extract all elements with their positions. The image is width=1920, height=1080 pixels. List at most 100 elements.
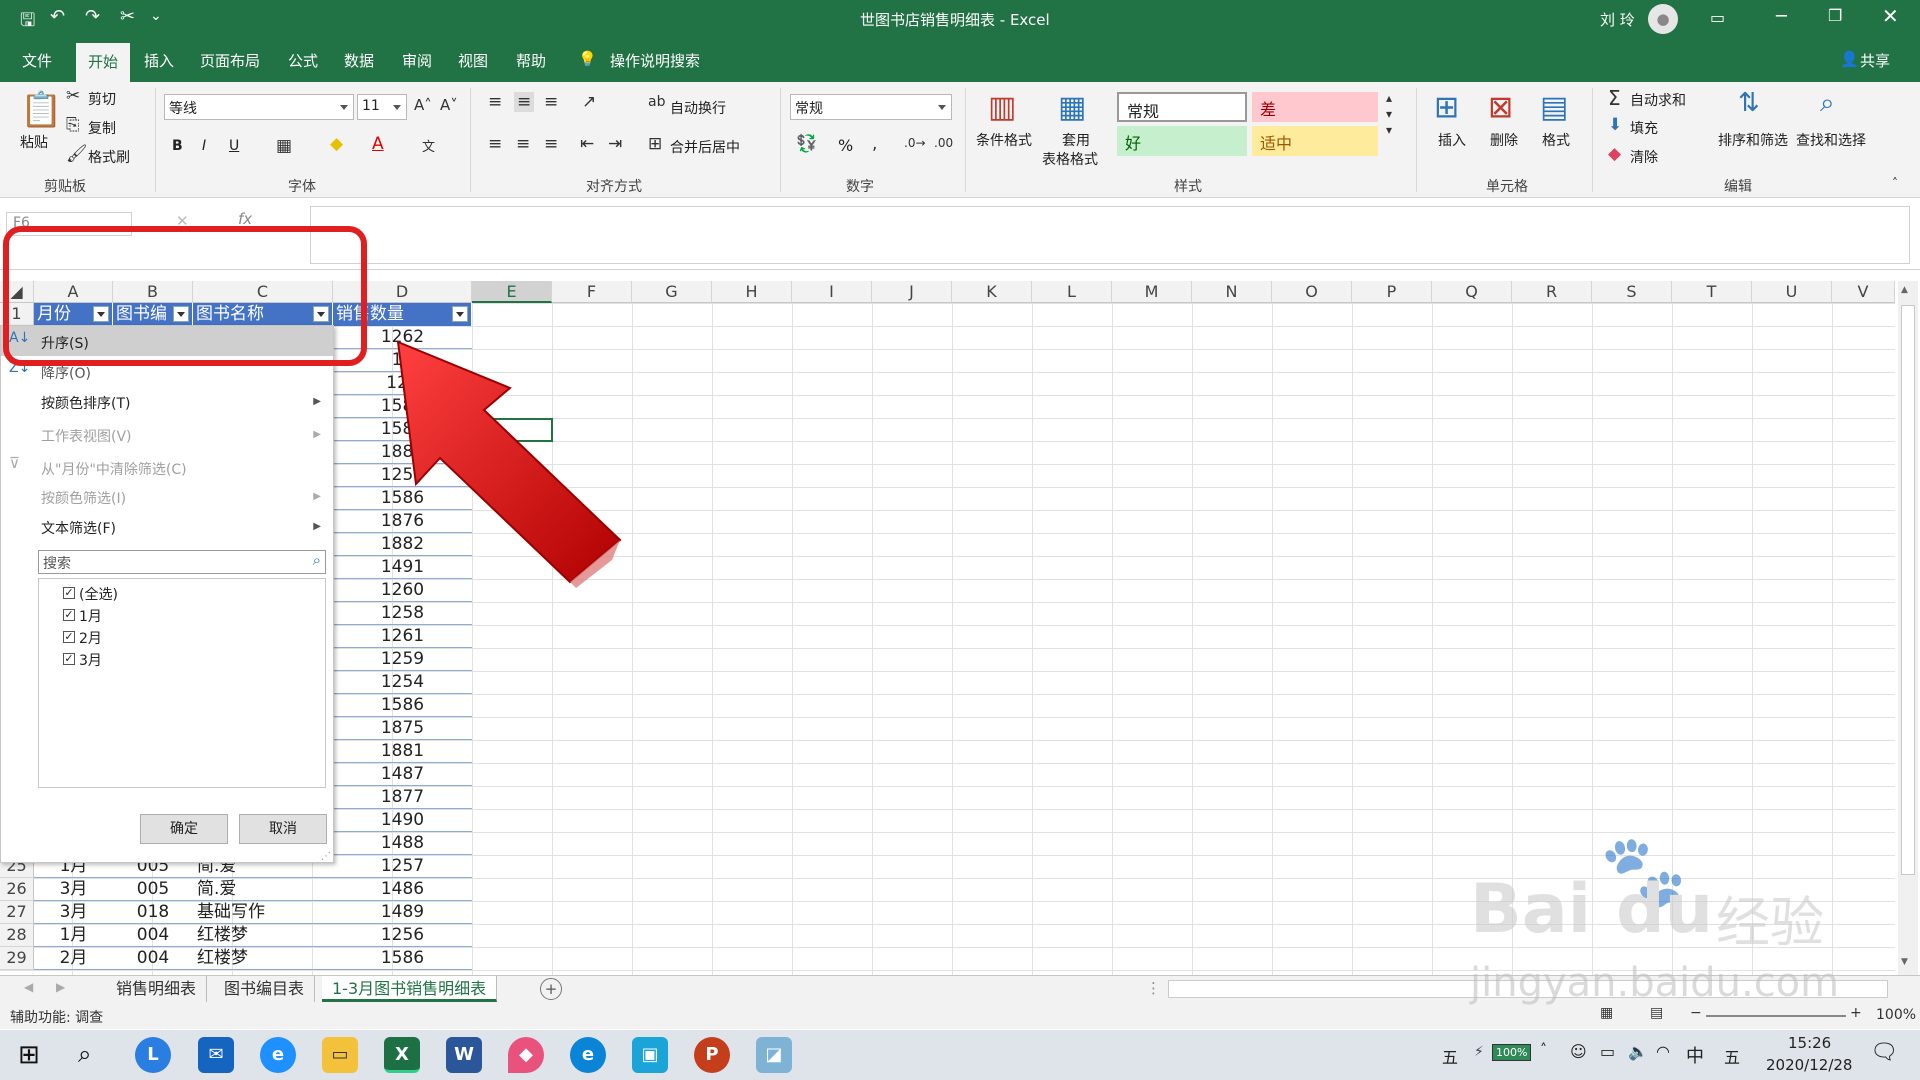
row-header[interactable]: 26 [0,878,34,901]
sort-filter-button[interactable]: 排序和筛选 [1718,130,1788,150]
vertical-scrollbar-track[interactable]: ▲ ▼ [1898,281,1918,975]
table-cell[interactable]: 2月 [34,947,113,970]
col-header-p[interactable]: P [1352,281,1432,303]
cut-button[interactable]: 剪切 [88,89,116,109]
sheet-tab-sales[interactable]: 销售明细表 [106,976,208,1002]
zoom-out-icon[interactable]: − [1690,1005,1702,1021]
tray-chevron-icon[interactable]: ˄ [1540,1042,1547,1058]
align-middle-icon[interactable]: ≡ [514,92,535,112]
table-cell[interactable]: 1月 [34,924,113,947]
tab-page-layout[interactable]: 页面布局 [200,50,260,71]
resize-grip-icon[interactable]: ⋰ [321,851,331,862]
ribbon-display-icon[interactable]: ▭ [1710,8,1725,27]
col-header-l[interactable]: L [1032,281,1112,303]
user-name[interactable]: 刘 玲 [1600,9,1635,30]
browser-e-icon[interactable]: e [260,1037,296,1073]
format-as-table-line2[interactable]: 表格格式 [1042,149,1098,169]
filter-item-select-all[interactable]: (全选) [79,584,118,604]
paste-button[interactable]: 粘贴 [20,132,48,152]
accounting-format-icon[interactable]: 💱 [796,134,817,154]
windows-start-icon[interactable]: ⊞ [18,1040,40,1070]
filter-item-1[interactable]: 1月 [79,606,102,626]
col-header-h[interactable]: H [712,281,792,303]
insert-cells-button[interactable]: 插入 [1438,130,1466,150]
scroll-thumb[interactable] [1901,305,1915,875]
zoom-in-icon[interactable]: + [1850,1005,1862,1021]
conditional-format-button[interactable]: 条件格式 [976,130,1032,150]
col-header-m[interactable]: M [1112,281,1192,303]
minimize-icon[interactable]: ─ [1776,6,1787,27]
number-format-combo[interactable]: 常规 [790,94,952,120]
checkbox-2[interactable]: ✓ [63,631,75,643]
paste-icon[interactable]: 📋 [20,90,62,130]
style-bad[interactable]: 差 [1252,92,1378,122]
tab-insert[interactable]: 插入 [144,50,174,71]
table-cell[interactable]: 基础写作 [193,901,333,924]
wrap-text-button[interactable]: 自动换行 [670,98,726,118]
tab-file[interactable]: 文件 [22,50,52,71]
tab-review[interactable]: 审阅 [402,50,432,71]
col-header-n[interactable]: N [1192,281,1272,303]
formula-input[interactable] [310,206,1910,264]
font-name-combo[interactable]: 等线 [164,94,354,120]
orientation-icon[interactable]: ↗ [582,92,596,112]
clock-date[interactable]: 2020/12/28 [1766,1056,1852,1074]
collapse-ribbon-icon[interactable]: ˄ [1892,176,1898,190]
sales-cell[interactable]: 1256 [333,924,472,947]
redo-icon[interactable]: ↷ [85,6,100,27]
paint-icon[interactable]: ◆ [508,1037,544,1073]
style-neutral[interactable]: 适中 [1252,126,1378,156]
col-header-e[interactable]: E [472,281,552,303]
delete-cells-button[interactable]: 删除 [1490,130,1518,150]
autosum-button[interactable]: 自动求和 [1630,90,1686,110]
add-sheet-icon[interactable]: + [540,978,562,1000]
ime-language[interactable]: 中 [1686,1042,1704,1068]
bold-button[interactable]: B [172,138,183,154]
sales-cell[interactable]: 1486 [333,878,472,901]
prev-sheet-icon[interactable]: ◀ [24,980,33,994]
font-color-icon[interactable]: A [372,134,384,154]
zoom-level[interactable]: 100% [1876,1007,1916,1023]
ime-mode-icon[interactable]: 五 [1442,1044,1458,1068]
col-header-v[interactable]: V [1832,281,1895,303]
sales-cell[interactable]: 1881 [333,740,472,763]
accessibility-status[interactable]: 辅助功能: 调查 [10,1007,103,1027]
ime-wubi[interactable]: 五 [1724,1044,1740,1068]
increase-decimal-icon[interactable]: .0→ [904,136,926,150]
battery-icon[interactable]: ▭ [1600,1042,1615,1061]
sales-cell[interactable]: 1257 [333,855,472,878]
sort-descending-item[interactable]: 降序(O) [41,363,91,383]
checkbox-1[interactable]: ✓ [63,609,75,621]
tray-app-icon[interactable]: ☺ [1570,1042,1587,1061]
sort-by-color-item[interactable]: 按颜色排序(T) [41,393,130,413]
search-taskbar-icon[interactable]: ⌕ [78,1040,91,1068]
undo-icon[interactable]: ↶ [50,6,65,27]
filter-search-input[interactable]: 搜索 [43,553,71,573]
align-bottom-icon[interactable]: ≡ [544,92,558,112]
scroll-up-icon[interactable]: ▲ [1901,285,1908,295]
zoom-slider[interactable] [1706,1015,1846,1017]
col-header-f[interactable]: F [552,281,632,303]
col-header-s[interactable]: S [1592,281,1672,303]
sales-cell[interactable]: 1258 [333,602,472,625]
decrease-indent-icon[interactable]: ⇤ [580,134,594,154]
volume-icon[interactable]: 🔈 [1628,1042,1648,1061]
font-size-combo[interactable]: 11 [357,94,407,120]
col-header-u[interactable]: U [1752,281,1832,303]
sheet-tab-q1-sales[interactable]: 1-3月图书销售明细表 [322,976,498,1002]
tab-formulas[interactable]: 公式 [288,50,318,71]
app-light-icon[interactable]: ◪ [756,1037,792,1073]
align-left-icon[interactable]: ≡ [488,134,502,154]
row-header[interactable]: 29 [0,947,34,970]
checkbox-3[interactable]: ✓ [63,653,75,665]
table-cell[interactable]: 005 [113,878,193,901]
scroll-down-icon[interactable]: ▼ [1901,957,1908,967]
sheet-tab-catalog[interactable]: 图书编目表 [214,976,316,1002]
table-cell[interactable]: 004 [113,947,193,970]
close-icon[interactable]: ✕ [1882,4,1899,28]
normal-view-icon[interactable]: ▦ [1600,1005,1613,1021]
sales-cell[interactable]: 1877 [333,786,472,809]
format-painter-button[interactable]: 格式刷 [88,147,130,167]
col-header-t[interactable]: T [1672,281,1752,303]
share-button[interactable]: 共享 [1860,50,1890,71]
